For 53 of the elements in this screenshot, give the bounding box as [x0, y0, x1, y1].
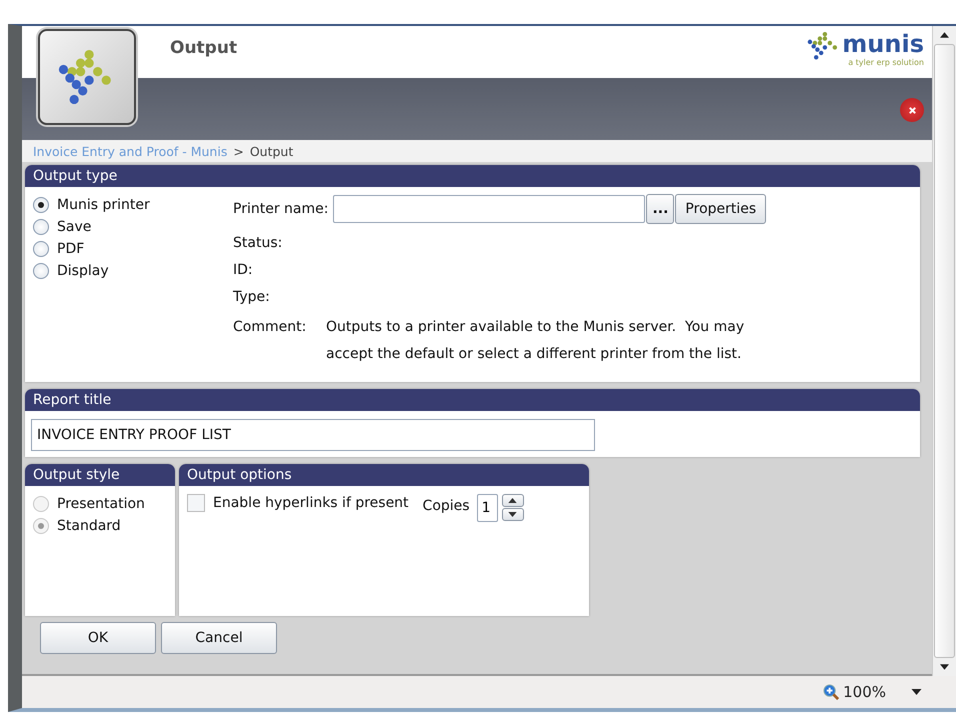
properties-button[interactable]: Properties [675, 194, 766, 224]
scroll-up-icon[interactable] [940, 32, 949, 38]
brand-name: munis [842, 30, 924, 58]
radio-button[interactable] [33, 219, 49, 235]
breadcrumb-separator: > [233, 144, 244, 158]
radio-option[interactable]: Save [33, 219, 233, 235]
browse-button[interactable]: ... [646, 194, 674, 224]
radio-option[interactable]: Munis printer [33, 197, 233, 213]
radio-label: Display [57, 263, 109, 279]
window-title: Output [170, 38, 238, 58]
field-label: Printer name: [233, 201, 328, 217]
radio-label: Munis printer [57, 197, 150, 213]
comment-text: accept the default or select a different printer from the list. [326, 345, 742, 364]
app-logo-icon [38, 29, 136, 125]
vertical-scrollbar[interactable] [932, 26, 956, 676]
close-button[interactable] [900, 98, 924, 122]
report-title-field[interactable]: INVOICE ENTRY PROOF LIST [31, 419, 595, 451]
radio-label: Save [57, 219, 92, 235]
scroll-thumb[interactable] [934, 44, 955, 658]
radio-option[interactable]: PDF [33, 241, 233, 257]
radio-label: Standard [57, 518, 121, 534]
printer-name-field[interactable] [333, 195, 646, 223]
panel-header: Output type [25, 165, 920, 187]
radio-label: PDF [57, 241, 84, 257]
caret-icon[interactable] [911, 689, 922, 695]
panel-header: Output options [179, 464, 589, 486]
dialog-button[interactable]: Cancel [161, 622, 277, 654]
field-label: Comment: [233, 318, 308, 337]
brand-tagline: a tyler erp solution [848, 58, 924, 68]
field-label: Type: [233, 289, 270, 305]
radio-button[interactable] [33, 263, 49, 279]
up-arrow-icon [508, 498, 518, 503]
radio-option[interactable]: Display [33, 263, 233, 279]
breadcrumb-current: Output [250, 144, 294, 158]
panel-header: Report title [25, 389, 920, 411]
down-arrow-icon [508, 512, 518, 517]
spin-down-button[interactable] [502, 508, 524, 521]
checkbox-label: Enable hyperlinks if present [213, 495, 409, 511]
comment-text: Outputs to a printer available to the Munis server. You may [326, 318, 744, 337]
dialog-button[interactable]: OK [40, 622, 156, 654]
radio-label: Presentation [57, 496, 145, 512]
close-icon [908, 106, 916, 114]
field-label: Copies [422, 498, 470, 514]
zoom-icon[interactable] [823, 684, 840, 700]
field-label: Status: [233, 235, 282, 251]
radio-button[interactable] [33, 197, 49, 213]
scroll-down-icon[interactable] [940, 664, 949, 670]
copies-field[interactable]: 1 [476, 494, 498, 522]
zoom-level[interactable]: 100% [843, 683, 886, 701]
radio-button[interactable] [33, 241, 49, 257]
spin-up-button[interactable] [502, 494, 524, 507]
field-label: ID: [233, 262, 253, 278]
panel-header: Output style [25, 464, 175, 486]
